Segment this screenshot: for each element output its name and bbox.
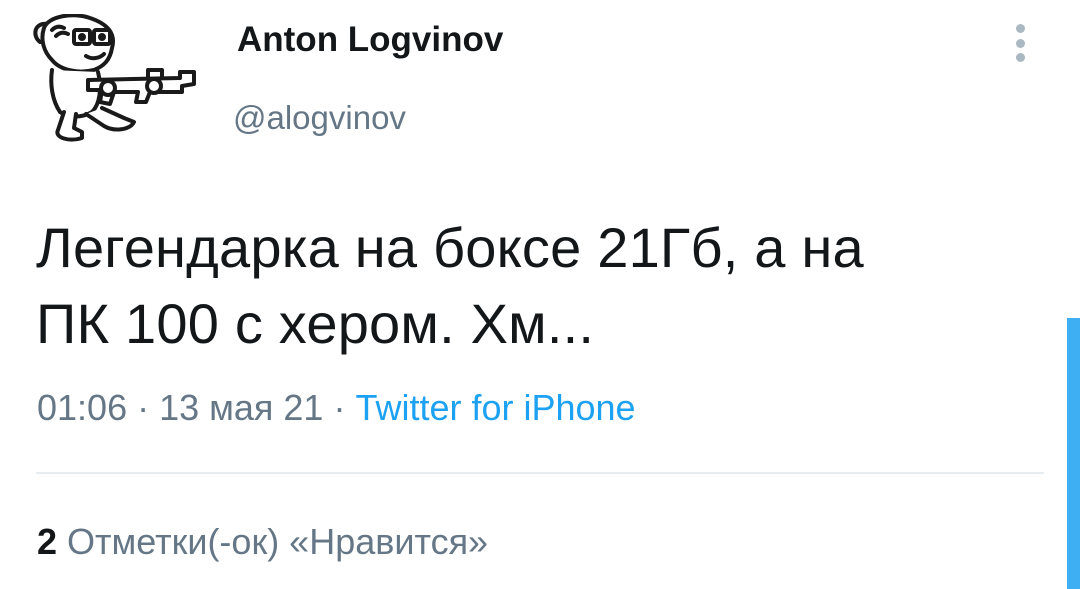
scrollbar[interactable]	[1067, 318, 1080, 589]
likes-label: Отметки(-ок) «Нравится»	[67, 521, 489, 562]
tweet-time[interactable]: 01:06	[37, 387, 127, 428]
more-dot	[1015, 38, 1025, 48]
meta-separator: ·	[323, 387, 356, 428]
tweet-text: Легендарка на боксе 21Гб, а на ПК 100 с …	[36, 210, 1036, 362]
meta-separator: ·	[127, 387, 160, 428]
tweet-text-line: Легендарка на боксе 21Гб, а на	[36, 216, 864, 279]
author-display-name[interactable]: Anton Logvinov	[237, 18, 503, 62]
tweet-text-line: ПК 100 с хером. Хм...	[36, 292, 595, 355]
more-options-icon[interactable]	[1000, 20, 1040, 66]
likes-count: 2	[37, 521, 58, 562]
more-dot	[1015, 24, 1025, 33]
avatar-illustration	[33, 13, 196, 142]
author-handle[interactable]: @alogvinov	[233, 96, 406, 140]
likes-summary[interactable]: 2 Отметки(-ок) «Нравится»	[37, 517, 488, 567]
tweet-date[interactable]: 13 мая 21	[159, 387, 323, 428]
divider	[36, 472, 1044, 474]
tweet-meta: 01:06 · 13 мая 21 · Twitter for iPhone	[37, 383, 636, 433]
more-dot	[1015, 53, 1025, 62]
avatar[interactable]	[30, 13, 202, 144]
tweet-source-link[interactable]: Twitter for iPhone	[355, 387, 635, 428]
